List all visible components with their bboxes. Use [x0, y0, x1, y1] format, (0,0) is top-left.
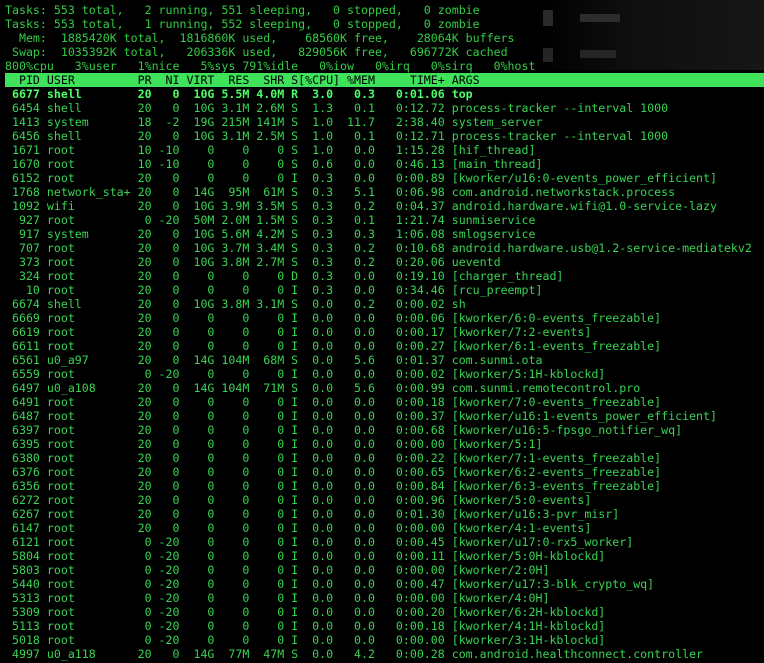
process-row: 1413 system 18 -2 19G 215M 141M S 1.0 11…	[5, 115, 543, 129]
process-row: 6147 root 20 0 0 0 0 I 0.0 0.0 0:00.00 […	[5, 521, 592, 535]
process-row: 927 root 0 -20 50M 2.0M 1.5M S 0.3 0.1 1…	[5, 213, 536, 227]
process-row: 5313 root 0 -20 0 0 0 I 0.0 0.0 0:00.00 …	[5, 591, 550, 605]
background-window-overlay	[540, 0, 764, 70]
process-row: 6395 root 20 0 0 0 0 I 0.0 0.0 0:00.00 […	[5, 437, 543, 451]
process-row: 1768 network_sta+ 20 0 14G 95M 61M S 0.3…	[5, 185, 676, 199]
process-row: 6456 shell 20 0 10G 3.1M 2.5M S 1.0 0.1 …	[5, 129, 669, 143]
process-row: 6152 root 20 0 0 0 0 I 0.3 0.0 0:00.89 […	[5, 171, 717, 185]
process-row: 373 root 20 0 10G 3.8M 2.7M S 0.3 0.2 0:…	[5, 255, 501, 269]
process-row: 6677 shell 20 0 10G 5.5M 4.0M R 3.0 0.3 …	[5, 87, 473, 101]
process-row: 6380 root 20 0 0 0 0 I 0.0 0.0 0:00.22 […	[5, 451, 662, 465]
process-row: 6376 root 20 0 0 0 0 I 0.0 0.0 0:00.65 […	[5, 465, 662, 479]
process-row: 5113 root 0 -20 0 0 0 I 0.0 0.0 0:00.18 …	[5, 619, 606, 633]
process-row: 6611 root 20 0 0 0 0 I 0.0 0.0 0:00.27 […	[5, 339, 662, 353]
process-row: 4997 u0_a118 20 0 14G 77M 47M S 0.0 4.2 …	[5, 647, 704, 661]
process-row: 5440 root 0 -20 0 0 0 I 0.0 0.0 0:00.47 …	[5, 577, 655, 591]
process-row: 5018 root 0 -20 0 0 0 I 0.0 0.0 0:00.00 …	[5, 633, 606, 647]
process-row: 6267 root 20 0 0 0 0 I 0.0 0.0 0:01.30 […	[5, 507, 620, 521]
background-window-label	[580, 14, 620, 22]
background-window-icon-2	[543, 48, 553, 62]
process-row: 6669 root 20 0 0 0 0 I 0.0 0.0 0:00.06 […	[5, 311, 662, 325]
process-row: 6487 root 20 0 0 0 0 I 0.0 0.0 0:00.37 […	[5, 409, 717, 423]
process-row: 5309 root 0 -20 0 0 0 I 0.0 0.0 0:00.20 …	[5, 605, 606, 619]
process-row: 6497 u0_a108 20 0 14G 104M 71M S 0.0 5.6…	[5, 381, 641, 395]
background-window-label-2	[580, 50, 616, 58]
process-row: 6559 root 0 -20 0 0 0 I 0.0 0.0 0:00.02 …	[5, 367, 606, 381]
process-row: 6674 shell 20 0 10G 3.8M 3.1M S 0.0 0.2 …	[5, 297, 466, 311]
background-window-icon	[543, 10, 553, 26]
process-row: 1670 root 10 -10 0 0 0 S 0.6 0.0 0:46.13…	[5, 157, 543, 171]
terminal-window[interactable]: Tasks: 553 total, 2 running, 551 sleepin…	[0, 0, 764, 663]
tasks-summary-line: Tasks: 553 total, 2 running, 551 sleepin…	[5, 3, 480, 17]
process-row: 6272 root 20 0 0 0 0 I 0.0 0.0 0:00.96 […	[5, 493, 592, 507]
process-row: 324 root 20 0 0 0 0 D 0.3 0.0 0:19.10 [c…	[5, 269, 564, 283]
process-row: 6454 shell 20 0 10G 3.1M 2.6M S 1.3 0.1 …	[5, 101, 669, 115]
process-row: 6397 root 20 0 0 0 0 I 0.0 0.0 0:00.68 […	[5, 423, 683, 437]
process-row: 1092 wifi 20 0 10G 3.9M 3.5M S 0.3 0.2 0…	[5, 199, 717, 213]
swap-summary-line: Swap: 1035392K total, 206336K used, 8290…	[5, 45, 508, 59]
process-row: 917 system 20 0 10G 5.6M 4.2M S 0.3 0.3 …	[5, 227, 536, 241]
process-row: 6561 u0_a97 20 0 14G 104M 68M S 0.0 5.6 …	[5, 353, 543, 367]
process-row: 5804 root 0 -20 0 0 0 I 0.0 0.0 0:00.11 …	[5, 549, 606, 563]
process-table-header: PID USER PR NI VIRT RES SHR S[%CPU] %MEM…	[5, 73, 764, 87]
cpu-summary-line: 800%cpu 3%user 1%nice 5%sys 791%idle 0%i…	[5, 59, 536, 73]
process-row: 707 root 20 0 10G 3.7M 3.4M S 0.3 0.2 0:…	[5, 241, 752, 255]
process-row: 10 root 20 0 0 0 0 I 0.3 0.0 0:34.46 [rc…	[5, 283, 543, 297]
process-row: 1671 root 10 -10 0 0 0 S 1.0 0.0 1:15.28…	[5, 143, 536, 157]
tasks-summary-line: Tasks: 553 total, 1 running, 552 sleepin…	[5, 17, 480, 31]
process-row: 6356 root 20 0 0 0 0 I 0.0 0.0 0:00.84 […	[5, 479, 662, 493]
process-row: 6491 root 20 0 0 0 0 I 0.0 0.0 0:00.18 […	[5, 395, 662, 409]
process-row: 6121 root 0 -20 0 0 0 I 0.0 0.0 0:00.45 …	[5, 535, 634, 549]
process-row: 6619 root 20 0 0 0 0 I 0.0 0.0 0:00.17 […	[5, 325, 592, 339]
process-row: 5803 root 0 -20 0 0 0 I 0.0 0.0 0:00.00 …	[5, 563, 550, 577]
memory-summary-line: Mem: 1885420K total, 1816860K used, 6856…	[5, 31, 515, 45]
